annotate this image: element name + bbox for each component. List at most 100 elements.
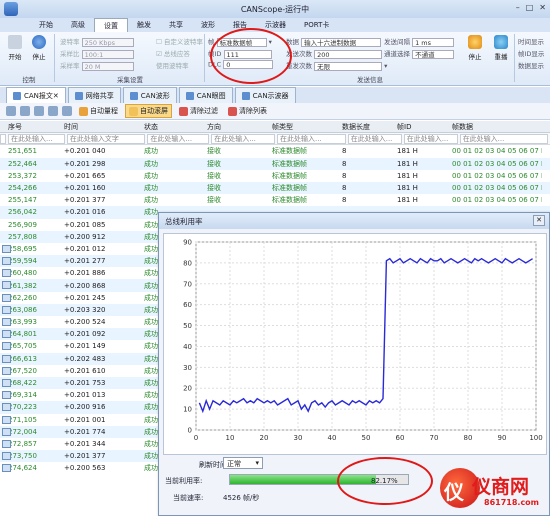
document-tabs: CAN报文 ✕ 网络共享 CAN波形 CAN眼图 CAN示波器	[0, 87, 550, 103]
column-filter-input[interactable]: 在此处输入...	[211, 133, 276, 144]
column-filter-input[interactable]: 在此处输入...	[147, 133, 210, 144]
table-cell: 267,520	[8, 366, 37, 375]
table-cell: 251,651	[8, 147, 37, 156]
column-filter-input[interactable]: 在此处输入...	[7, 133, 65, 144]
toolbar-item-label: 自动量程	[90, 107, 118, 115]
doc-tab-label: CAN示波器	[252, 91, 289, 100]
tab-5[interactable]: 波形	[192, 18, 224, 32]
send-count-input[interactable]: 发送次数 200	[286, 48, 383, 59]
doc-tab-3[interactable]: CAN眼图	[178, 87, 233, 103]
doc-tab-0[interactable]: CAN报文 ✕	[6, 87, 66, 103]
doc-tab-2[interactable]: CAN波形	[122, 87, 177, 103]
tab-4[interactable]: 共享	[160, 18, 192, 32]
table-cell: 序号	[8, 122, 22, 131]
toolbar-item-label: 清除过滤	[190, 107, 218, 115]
table-cell: 262,260	[8, 293, 37, 302]
message-icon	[2, 342, 11, 351]
search-icon[interactable]	[48, 106, 58, 116]
table-cell: 253,372	[8, 171, 37, 180]
table-cell: 265,705	[8, 342, 37, 351]
send-stop-button[interactable]: 停止	[466, 35, 484, 61]
toolbar-auto-scroll-button[interactable]: 自动滚屏	[125, 104, 172, 118]
divider	[54, 34, 55, 82]
table-cell: +0.200 524	[64, 318, 106, 327]
table-cell: 181 H	[397, 184, 418, 193]
table-cell: 256,042	[8, 208, 37, 217]
doc-tab-1[interactable]: 网络共享	[67, 87, 121, 103]
table-cell: +0.201 665	[64, 171, 106, 180]
sample-rate-field[interactable]: 采样率 20 M	[60, 60, 134, 71]
doc-tab-4[interactable]: CAN示波器	[234, 87, 296, 103]
pause-icon[interactable]	[34, 106, 44, 116]
column-filter-input[interactable]: 在此处输入...	[403, 133, 458, 144]
tab-icon	[185, 91, 194, 100]
message-icon	[2, 403, 11, 412]
message-icon	[2, 330, 11, 339]
table-cell: 271,105	[8, 415, 37, 424]
ratio-field[interactable]: 采样比 100:1	[60, 48, 134, 59]
tab-2[interactable]: 设置	[94, 18, 128, 32]
close-tab-icon[interactable]: ✕	[53, 92, 59, 100]
binoculars-icon[interactable]	[62, 106, 72, 116]
table-cell: +0.201 377	[64, 452, 106, 461]
table-cell: 181 H	[397, 147, 418, 156]
data-input[interactable]: 数据 输入十六进制数据	[286, 36, 382, 47]
id-display-toggle[interactable]: 帧ID显示	[518, 48, 544, 58]
column-filter-input[interactable]: 在此处输入...	[277, 133, 346, 144]
table-cell: 252,464	[8, 159, 37, 168]
interval-input[interactable]: 发送间隔 1 ms	[384, 36, 455, 47]
table-cell: +0.200 868	[64, 281, 106, 290]
toolbar-item-icon	[79, 106, 88, 116]
baud-field[interactable]: 波特率 250 Kbps	[60, 36, 134, 47]
table-cell: +0.201 610	[64, 366, 106, 375]
close-icon[interactable]: ✕	[539, 3, 546, 12]
data-display-toggle[interactable]: 数据显示	[518, 60, 544, 70]
export-icon[interactable]	[20, 106, 30, 116]
dialog-close-icon[interactable]: ✕	[533, 215, 545, 226]
table-row[interactable]: 253,372 +0.201 665 成功 接收 标准数据帧 8 181 H 00 01 02…	[0, 170, 550, 182]
start-button[interactable]: 开始	[6, 35, 24, 61]
table-cell: 260,480	[8, 269, 37, 278]
table-row[interactable]: 255,147 +0.201 377 成功 接收 标准数据帧 8 181 H 00 01 02…	[0, 194, 550, 206]
column-filter-input[interactable]: 在此处输入文字	[66, 133, 146, 144]
replay-button[interactable]: 重播	[492, 35, 510, 61]
tab-icon	[241, 91, 250, 100]
table-cell: +0.201 886	[64, 269, 106, 278]
y-tick-label: 90	[183, 239, 192, 247]
message-icon	[2, 439, 11, 448]
toolbar-clear-list-button[interactable]: 清除列表	[225, 105, 270, 117]
time-display-toggle[interactable]: 时间显示	[518, 36, 544, 46]
table-cell: 标准数据帧	[272, 196, 307, 205]
table-cell: +0.201 149	[64, 342, 106, 351]
table-row[interactable]: 252,464 +0.201 298 成功 接收 标准数据帧 8 181 H 00 01 02…	[0, 157, 550, 170]
message-icon	[2, 378, 11, 387]
table-cell: 263,993	[8, 318, 37, 327]
table-cell: +0.201 344	[64, 439, 106, 448]
divider	[204, 34, 205, 82]
toolbar-clear-filter-button[interactable]: 清除过滤	[176, 105, 221, 117]
table-cell: 268,422	[8, 379, 37, 388]
column-filter-input[interactable]: 在此处输入...	[347, 133, 402, 144]
bus-response-checkbox[interactable]: ☑ 总线应答	[156, 48, 190, 58]
tab-3[interactable]: 触发	[128, 18, 160, 32]
filter-icon[interactable]	[6, 106, 16, 116]
message-icon	[2, 244, 11, 253]
title-bar: CANScope-运行中 – □ ✕	[0, 0, 550, 18]
tab-0[interactable]: 开始	[30, 18, 62, 32]
column-filter-input[interactable]: 在此处输入...	[459, 133, 548, 144]
stop-button[interactable]: 停止	[30, 35, 48, 61]
replay-icon	[494, 35, 508, 49]
maximize-icon[interactable]: □	[526, 3, 534, 12]
table-row[interactable]: 251,651 +0.201 040 成功 接收 标准数据帧 8 181 H 00 01 02…	[0, 145, 550, 157]
refresh-select[interactable]: 正常 ▾	[223, 457, 263, 469]
tab-8[interactable]: PORT卡	[295, 18, 338, 32]
toolbar-auto-range-button[interactable]: 自动量程	[76, 105, 121, 117]
tab-1[interactable]: 高级	[62, 18, 94, 32]
table-row[interactable]: 254,266 +0.201 160 成功 接收 标准数据帧 8 181 H 00 01 02…	[0, 181, 550, 195]
minimize-icon[interactable]: –	[516, 3, 520, 12]
group-control-label: 控制	[22, 76, 36, 84]
repeat-select[interactable]: 重发次数 无限 ▾	[286, 60, 387, 71]
channel-select[interactable]: 通道选择 不通道	[384, 48, 455, 59]
auto-baud-checkbox[interactable]: ☐ 自定义波特率	[156, 36, 203, 46]
table-cell: 00 01 02 03 04 05 06 07 H	[452, 184, 542, 193]
